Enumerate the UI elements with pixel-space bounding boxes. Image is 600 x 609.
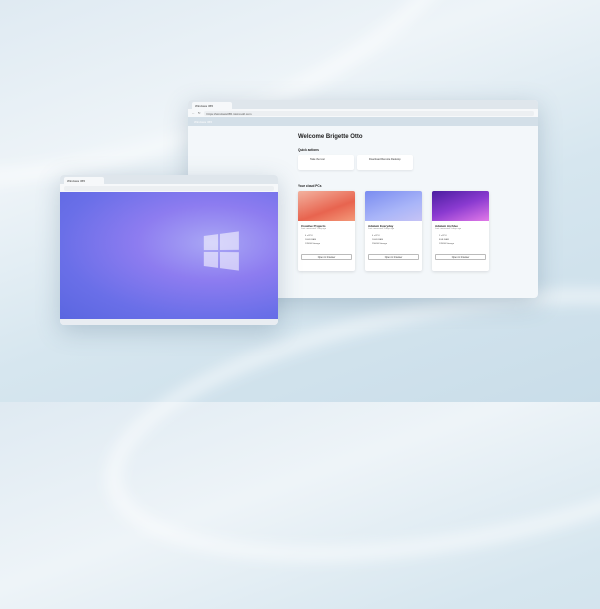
- cloud-pc-name: Creative Projects: [301, 224, 326, 228]
- cloud-pc-window: Windows 365: [60, 175, 278, 325]
- address-bar[interactable]: https://windows365.microsoft.com: [203, 110, 534, 116]
- windows-logo-icon: [203, 231, 239, 271]
- cloud-pc-card: Adatum Archive Last connected 5 days ago…: [432, 191, 489, 271]
- cloud-pc-card: Creative Projects Last connected 1 day a…: [298, 191, 355, 271]
- cloud-pc-thumbnail: [298, 191, 355, 221]
- cloud-pc-thumbnail: [365, 191, 422, 221]
- cloud-pcs-heading: Your cloud PCs: [298, 184, 322, 188]
- windows-desktop[interactable]: [60, 192, 278, 319]
- cloud-pc-thumbnail: [432, 191, 489, 221]
- vm-address-bar[interactable]: [64, 185, 274, 191]
- browser-tab[interactable]: Windows 365: [192, 102, 232, 109]
- refresh-icon[interactable]: ↻: [198, 111, 201, 115]
- page-title: Welcome Brigette Otto: [298, 134, 363, 140]
- open-in-browser-button[interactable]: Open in browser: [368, 254, 419, 260]
- vm-tab[interactable]: Windows 365: [64, 177, 104, 184]
- taskbar[interactable]: [60, 319, 278, 325]
- app-header: Windows 365: [188, 117, 538, 126]
- quick-actions-heading: Quick actions: [298, 148, 319, 152]
- open-in-browser-button[interactable]: Open in browser: [435, 254, 486, 260]
- cloud-pc-name: Adatum Archive: [435, 224, 458, 228]
- open-in-browser-button[interactable]: Open in browser: [301, 254, 352, 260]
- cloud-pc-storage: 256GB Storage: [372, 243, 388, 245]
- cloud-pc-card: Adatum Everyday Last connected 3 days ag…: [365, 191, 422, 271]
- cloud-pc-name: Adatum Everyday: [368, 224, 394, 228]
- cloud-pc-storage: 128GB Storage: [305, 243, 321, 245]
- quick-action-tour[interactable]: Take the tour: [298, 155, 354, 170]
- quick-action-download[interactable]: Download Remote Desktop: [357, 155, 413, 170]
- back-icon[interactable]: ←: [192, 111, 195, 115]
- cloud-pc-storage: 128GB Storage: [439, 243, 455, 245]
